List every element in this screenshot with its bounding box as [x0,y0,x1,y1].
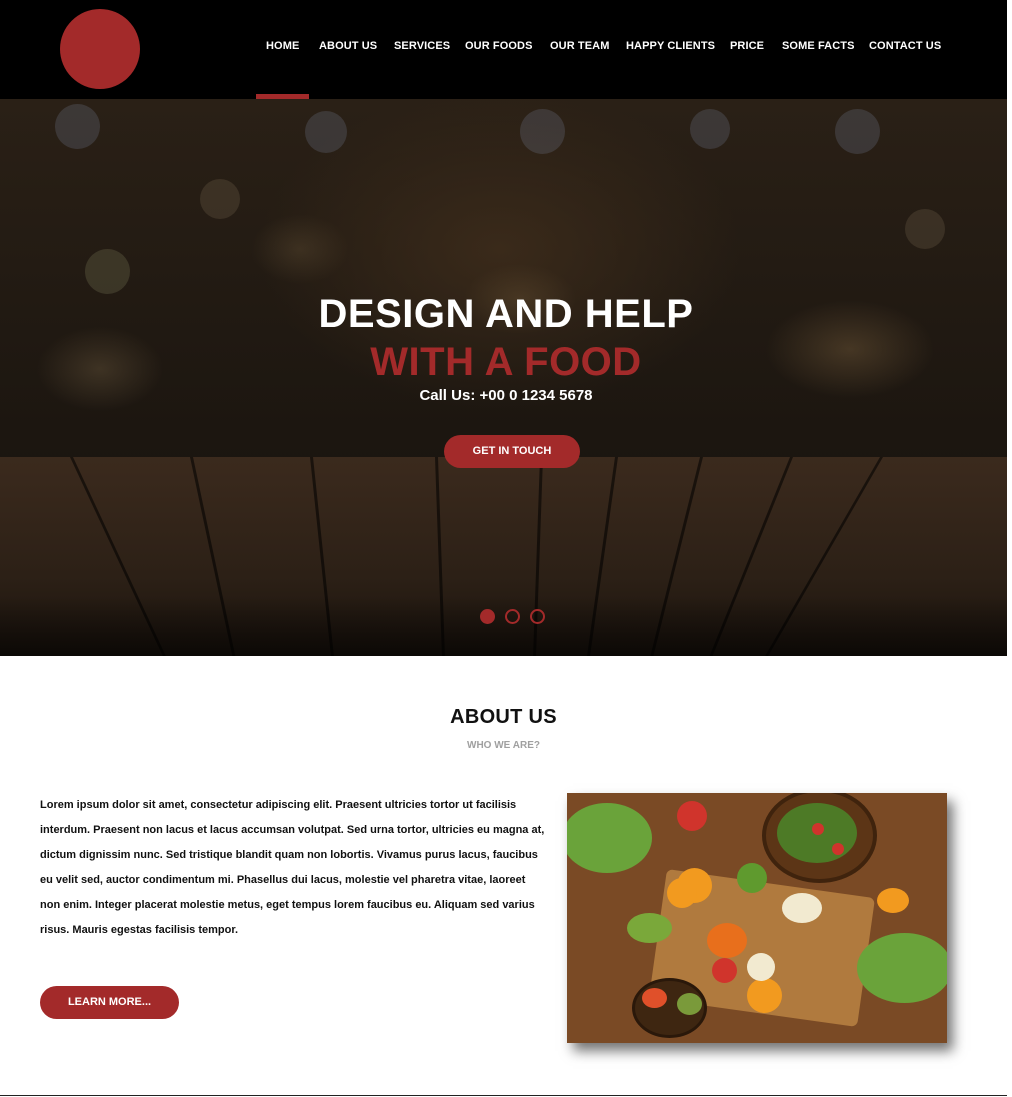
hero-title-accent: WITH A FOOD [370,340,642,384]
about-body-line: Lorem ipsum dolor sit amet, consectetur … [40,799,517,811]
about-title: ABOUT US [450,706,557,728]
learn-more-button[interactable]: LEARN MORE... [40,986,179,1019]
nav-our-team[interactable]: OUR TEAM [550,39,609,53]
about-body-line: interdum. Praesent non lacus et lacus ac… [40,824,545,836]
about-body: Lorem ipsum dolor sit amet, consectetur … [40,793,552,943]
bokeh-light [305,111,347,153]
nav-about-us[interactable]: ABOUT US [319,39,377,53]
bokeh-light [85,249,130,294]
slider-dot-1[interactable] [480,609,495,624]
about-body-line: risus. Mauris egestas facilisis tempor. [40,924,239,936]
nav-home[interactable]: HOME [266,39,299,53]
hero-title: DESIGN AND HELP [318,292,694,336]
nav-contact-us[interactable]: CONTACT US [869,39,941,53]
about-body-line: eu velit sed, auctor condimentum mi. Pha… [40,874,526,886]
slider-dot-3[interactable] [530,609,545,624]
about-subtitle: WHO WE ARE? [467,740,540,751]
food-photo [567,793,947,1043]
slider-dot-2[interactable] [505,609,520,624]
about-body-line: non enim. Integer placerat molestie metu… [40,899,535,911]
hero-slider: DESIGN AND HELP WITH A FOOD Call Us: +00… [0,99,1007,656]
bokeh-light [905,209,945,249]
nav-some-facts[interactable]: SOME FACTS [782,39,855,53]
bokeh-light [690,109,730,149]
nav-happy-clients[interactable]: HAPPY CLIENTS [626,39,715,53]
main-nav: HOME ABOUT US SERVICES OUR FOODS OUR TEA… [0,39,1007,55]
section-divider [0,1095,1007,1096]
wooden-table [0,457,1007,656]
nav-our-foods[interactable]: OUR FOODS [465,39,533,53]
about-body-line: dictum dignissim nunc. Sed tristique bla… [40,849,538,861]
get-in-touch-button[interactable]: GET IN TOUCH [444,435,580,468]
site-header: HOME ABOUT US SERVICES OUR FOODS OUR TEA… [0,0,1007,99]
bokeh-light [520,109,565,154]
bokeh-light [835,109,880,154]
hero-phone: Call Us: +00 0 1234 5678 [419,387,593,404]
bokeh-light [55,104,100,149]
nav-price[interactable]: PRICE [730,39,764,53]
bokeh-light [200,179,240,219]
nav-services[interactable]: SERVICES [394,39,450,53]
